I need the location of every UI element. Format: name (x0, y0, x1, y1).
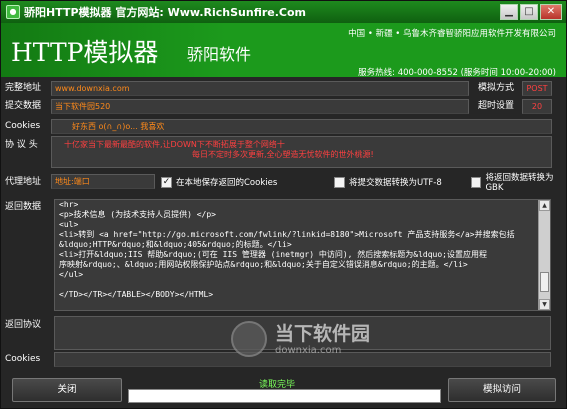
utf8-checkbox[interactable]: 将提交数据转换为UTF-8 (334, 175, 442, 189)
close-button[interactable]: 关闭 (12, 378, 122, 402)
minimize-button[interactable]: ▁ (500, 4, 518, 20)
timeout-label: 超时设置 (478, 101, 515, 111)
watermark-logo-icon (231, 321, 267, 357)
check-icon: ✓ (161, 176, 172, 188)
post-data-label: 提交数据 (5, 101, 42, 111)
banner-subtitle: 骄阳软件 (187, 45, 252, 64)
scroll-thumb[interactable] (540, 272, 549, 292)
close-window-button[interactable]: ✕ (540, 4, 562, 20)
header-line-2: 每日不定时多次更新,全心塑造无忧软件的世外桃源! (192, 150, 374, 159)
url-label: 完整地址 (5, 83, 42, 93)
utf8-label: 将提交数据转换为UTF-8 (349, 178, 442, 188)
response-line: <li>打开&ldquo;IIS 帮助&rdquo;(可在 IIS 管理器 (i… (59, 250, 488, 259)
simulate-button[interactable]: 模拟访问 (448, 378, 556, 402)
watermark-title: 当下软件园 (275, 323, 371, 345)
response-line (55, 280, 550, 290)
response-line: <p>技术信息 (为技术支持人员提供) </p> (59, 210, 216, 219)
banner-title: HTTP模拟器 (11, 38, 159, 67)
save-cookies-label: 在本地保存返回的Cookies (176, 178, 278, 188)
timeout-input[interactable]: 20 (522, 99, 552, 114)
response-textarea[interactable]: <hr> <p>技术信息 (为技术支持人员提供) </p> <ul> <li>转到 <… (54, 199, 551, 311)
gbk-checkbox[interactable]: 将返回数据转换为GBK (471, 173, 566, 193)
response-label: 返回数据 (5, 202, 42, 212)
response-cookies-label: Cookies (5, 354, 41, 364)
window-title: 骄阳HTTP模拟器 官方网站: Www.RichSunfire.Com (24, 6, 307, 19)
header-textarea[interactable]: 十亿家当下最新最酷的软件,让DOWN下不断拓展于整个网络十 每日不定时多次更新,… (51, 136, 552, 168)
save-cookies-checkbox[interactable]: ✓ 在本地保存返回的Cookies (161, 175, 277, 189)
response-line: <ul> (59, 220, 79, 229)
watermark-url: downxia.com (275, 345, 342, 356)
cookies-input[interactable]: 好东西 o(∩_∩)o... 我喜欢 (51, 119, 552, 134)
url-input[interactable]: www.downxia.com (51, 81, 469, 96)
gbk-label: 将返回数据转换为GBK (485, 173, 554, 193)
method-label: 模拟方式 (478, 83, 515, 93)
scroll-up-icon[interactable]: ▲ (539, 200, 550, 211)
service-hotline: 服务热线: 400-000-8552 (服务时间 10:00-20:00) (358, 68, 556, 78)
response-protocol-label: 返回协议 (5, 320, 42, 330)
scroll-down-icon[interactable]: ▼ (539, 299, 550, 310)
response-content: <hr> <p>技术信息 (为技术支持人员提供) </p> <ul> <li>转到 <… (55, 200, 550, 300)
main-window: ● 骄阳HTTP模拟器 官方网站: Www.RichSunfire.Com ▁ … (0, 0, 567, 409)
title-bar: ● 骄阳HTTP模拟器 官方网站: Www.RichSunfire.Com ▁ … (1, 1, 566, 23)
method-select[interactable]: POST (522, 81, 552, 96)
company-name: 中国 • 新疆 • 乌鲁木齐睿智骄阳应用软件开发有限公司 (348, 29, 556, 39)
checkbox-box (334, 176, 345, 188)
watermark: 当下软件园 downxia.com (231, 317, 371, 365)
response-line: </TD></TR></TABLE></BODY></HTML> (59, 290, 214, 299)
progress-bar (128, 389, 441, 403)
cookies-label: Cookies (5, 121, 41, 131)
proxy-input[interactable]: 地址:端口 (51, 174, 155, 189)
response-line: <hr> (59, 200, 79, 209)
banner: HTTP模拟器 骄阳软件 中国 • 新疆 • 乌鲁木齐睿智骄阳应用软件开发有限公… (1, 23, 566, 78)
response-scrollbar[interactable]: ▲ ▼ (538, 200, 550, 310)
checkbox-box (471, 176, 482, 188)
app-icon: ● (6, 5, 20, 19)
header-label: 协 议 头 (5, 140, 38, 150)
response-line: &ldquo;HTTP&rdquo;和&ldquo;405&rdquo;的标题。… (59, 240, 292, 249)
response-line: 序映射&rdquo;、&ldquo;用网站权限保护站点&rdquo;和&ldqu… (59, 260, 468, 269)
maximize-button[interactable]: □ (520, 4, 538, 20)
proxy-label: 代理地址 (5, 177, 42, 187)
response-line: </ul> (59, 270, 84, 279)
response-line: <li>转到 <a href="http://go.microsoft.com/… (59, 230, 515, 239)
post-data-input[interactable]: 当下软件园520 (51, 99, 469, 114)
